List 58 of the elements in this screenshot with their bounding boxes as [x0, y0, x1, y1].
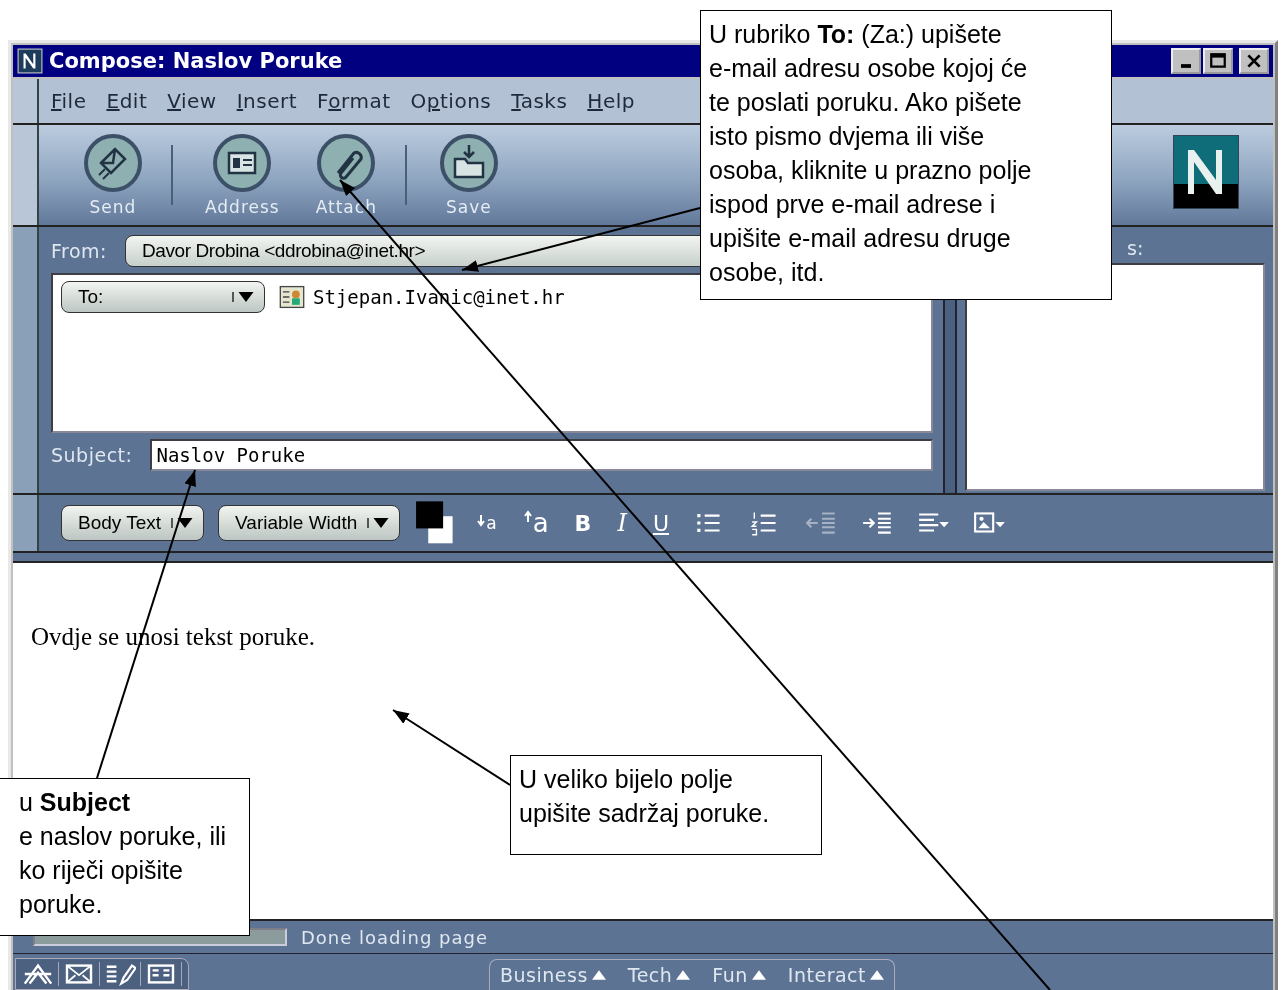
annotation-tooltip: U rubriko To: (Za:) upišete e-mail adresu osobe kojoj će te poslati poruku. Ako pišete isto pismo dvjema ili više osoba, kliknite u prazno polje ispod prve e-mail adrese i upišite e-mail adresu druge osobe, itd. — [700, 10, 1112, 300]
address-card-icon — [279, 284, 305, 310]
menu-item[interactable]: Insert — [236, 89, 298, 113]
paragraph-style-dropdown[interactable]: Body Text — [61, 505, 205, 541]
increase-font-button[interactable]: a — [516, 508, 555, 538]
menu-item[interactable]: Format — [317, 89, 391, 113]
recipient-type-dropdown[interactable]: To: — [61, 281, 265, 313]
menu-item[interactable]: Edit — [106, 89, 148, 113]
envelope-icon[interactable] — [63, 962, 100, 986]
toolbar-grip[interactable] — [13, 227, 39, 493]
n-logo-icon — [1173, 135, 1239, 209]
minimize-icon — [1181, 64, 1191, 68]
from-label: From: — [51, 240, 107, 262]
italic-button[interactable]: I — [611, 509, 633, 537]
bold-button[interactable]: B — [568, 510, 598, 536]
menu-item[interactable]: Help — [587, 89, 635, 113]
maximize-button[interactable] — [1203, 48, 1233, 74]
close-icon — [1245, 52, 1263, 70]
menu-item[interactable]: Tasks — [511, 89, 568, 113]
pen-icon[interactable] — [104, 962, 141, 986]
triangle-icon — [676, 970, 691, 980]
arrow-down-icon — [476, 513, 487, 529]
minimize-button[interactable] — [1171, 48, 1201, 74]
attachments-label: s: — [1127, 237, 1144, 259]
underline-button[interactable]: U — [646, 510, 675, 536]
status-text: Done loading page — [301, 926, 489, 948]
insert-image-icon[interactable] — [973, 510, 1007, 536]
taskbar-tab[interactable]: Tech — [627, 964, 691, 986]
taskbar-tab[interactable]: Interact — [787, 964, 884, 986]
paperclip-icon — [316, 133, 377, 193]
folder-icon — [438, 133, 499, 193]
triangle-icon — [591, 970, 606, 980]
toolbar-grip[interactable] — [13, 125, 39, 225]
n-logo-icon — [17, 48, 43, 74]
attachments-list[interactable] — [965, 263, 1265, 491]
envelope-icon — [83, 133, 143, 193]
menu-item[interactable]: Options — [410, 89, 492, 113]
taskbar-tab[interactable]: Fun — [712, 964, 766, 986]
toolbar-grip[interactable] — [13, 495, 39, 551]
annotation-tooltip: U veliko bijelo polje upišite sadržaj poruke. — [510, 755, 822, 855]
triangle-icon — [751, 970, 766, 980]
address-card-icon[interactable] — [145, 962, 182, 986]
window-title: Compose: Naslov Poruke — [49, 49, 343, 73]
menu-item[interactable]: View — [167, 89, 217, 113]
toolbar-grip[interactable] — [13, 79, 39, 123]
annotation-tooltip: u Subject e naslov poruke, ili ko riječi opišite poruke. — [0, 778, 250, 936]
triangle-icon — [870, 970, 884, 980]
font-dropdown[interactable]: Variable Width — [218, 505, 401, 541]
taskbar-tab[interactable]: Business — [500, 964, 606, 986]
close-button[interactable] — [1239, 48, 1269, 74]
splitter-bar[interactable] — [13, 551, 1273, 563]
maximize-icon — [1209, 52, 1227, 70]
arrow-up-icon — [522, 508, 533, 524]
address-card-icon — [212, 133, 273, 193]
subject-field[interactable]: Naslov Poruke — [150, 439, 933, 471]
subject-label: Subject: — [51, 444, 133, 466]
decrease-font-button[interactable]: a — [470, 513, 503, 533]
menu-item[interactable]: File — [51, 89, 87, 113]
